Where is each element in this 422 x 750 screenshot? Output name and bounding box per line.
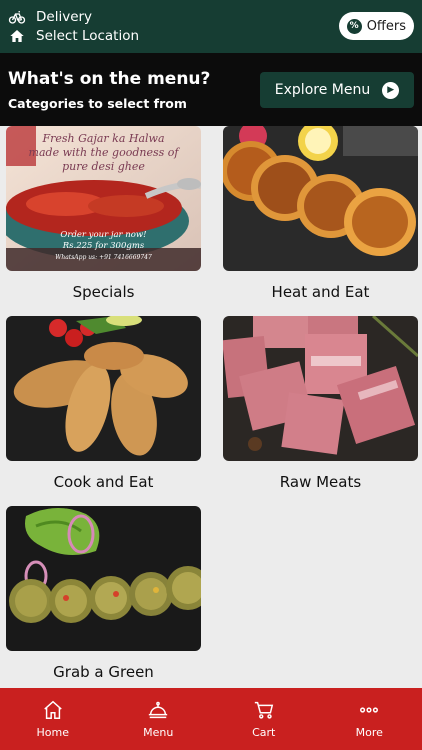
bicycle-icon — [8, 8, 26, 26]
category-label-heat-and-eat: Heat and Eat — [271, 283, 370, 301]
category-card-grab-a-green[interactable]: Grab a Green — [6, 506, 201, 681]
location-selector[interactable]: Select Location — [8, 27, 139, 45]
menu-banner: What's on the menu? Categories to select… — [0, 53, 422, 126]
explore-menu-label: Explore Menu — [274, 82, 371, 98]
explore-menu-button[interactable]: Explore Menu ▶ — [260, 72, 414, 108]
arrow-right-icon: ▶ — [382, 81, 400, 99]
category-label-specials: Specials — [72, 283, 135, 301]
cloche-icon — [149, 701, 168, 719]
nav-menu-label: Menu — [143, 726, 174, 739]
category-image-grab-a-green — [6, 506, 201, 651]
home-location-icon — [8, 27, 26, 45]
location-label: Select Location — [36, 28, 140, 44]
menu-banner-title: What's on the menu? — [8, 69, 211, 89]
cart-icon — [254, 701, 273, 719]
category-label-cook-and-eat: Cook and Eat — [53, 473, 154, 491]
delivery-label: Delivery — [36, 9, 93, 25]
specials-promo-text: Fresh Gajar ka Halwa made with the goodn… — [28, 132, 179, 173]
top-bar: Delivery Select Location % Offers — [0, 0, 422, 53]
nav-cart[interactable]: Cart — [211, 688, 317, 750]
menu-banner-subtitle: Categories to select from — [8, 96, 187, 111]
nav-more[interactable]: More — [317, 688, 422, 750]
category-card-cook-and-eat[interactable]: Cook and Eat — [6, 316, 201, 491]
category-label-raw-meats: Raw Meats — [279, 473, 362, 491]
category-card-heat-and-eat[interactable]: Heat and Eat — [223, 126, 418, 301]
category-card-specials[interactable]: Fresh Gajar ka Halwa made with the goodn… — [6, 126, 201, 301]
category-label-grab-a-green: Grab a Green — [53, 663, 154, 681]
delivery-mode[interactable]: Delivery — [8, 8, 92, 26]
more-icon — [360, 707, 379, 713]
nav-home-label: Home — [36, 726, 69, 739]
nav-cart-label: Cart — [252, 726, 276, 739]
category-grid: Fresh Gajar ka Halwa made with the goodn… — [0, 126, 422, 688]
specials-order-text: Order your jar now! Rs.225 for 300gms Wh… — [55, 230, 152, 261]
category-card-raw-meats[interactable]: Raw Meats — [223, 316, 418, 491]
nav-menu[interactable]: Menu — [106, 688, 212, 750]
offers-button[interactable]: % Offers — [338, 12, 414, 40]
category-image-cook-and-eat — [6, 316, 201, 461]
nav-more-label: More — [355, 726, 383, 739]
category-image-heat-and-eat — [223, 126, 418, 271]
percent-badge-icon: % — [346, 18, 362, 34]
category-image-specials: Fresh Gajar ka Halwa made with the goodn… — [6, 126, 201, 271]
bottom-nav: Home Menu Cart More — [0, 688, 422, 750]
category-image-raw-meats — [223, 316, 418, 461]
offers-label: Offers — [366, 18, 406, 34]
nav-home[interactable]: Home — [0, 688, 106, 750]
home-icon — [44, 700, 62, 719]
